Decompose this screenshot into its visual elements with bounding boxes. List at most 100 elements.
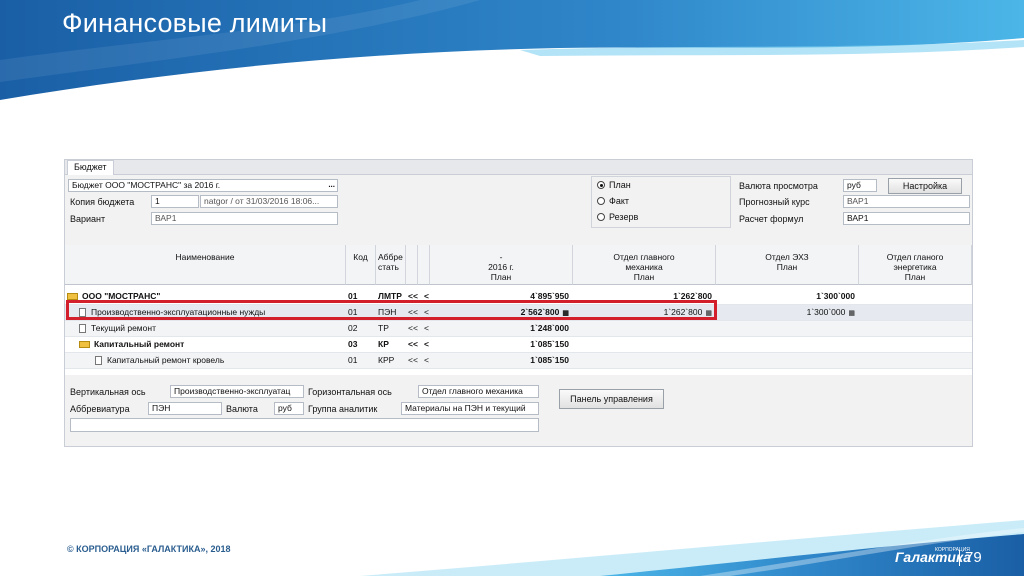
header-mech[interactable]: Отдел главного механика План: [573, 245, 716, 285]
calc-formula-label: Расчет формул: [739, 214, 804, 224]
row-ehz: [717, 353, 855, 368]
row-abbr: КР: [378, 339, 389, 349]
currency-view-label: Валюта просмотра: [739, 181, 818, 191]
row-total: 1`085`150: [530, 355, 569, 365]
row-arrow-single[interactable]: <: [424, 321, 430, 336]
row-energy: [860, 353, 968, 368]
header-code-text: Код: [353, 252, 368, 262]
control-panel-button[interactable]: Панель управления: [559, 389, 664, 409]
tab-budget[interactable]: Бюджет: [67, 160, 114, 175]
row-ehz-text: 1`300`000: [806, 307, 846, 317]
vaxis-field[interactable]: Производственно-эксплуатац: [170, 385, 304, 398]
slide-title: Финансовые лимиты: [62, 8, 328, 38]
row-ehz: [717, 321, 855, 336]
copyright-text: © КОРПОРАЦИЯ «ГАЛАКТИКА», 2018: [67, 544, 231, 554]
row-ehz[interactable]: 1`300`000 ▦: [717, 305, 855, 320]
variant-label: Вариант: [70, 214, 106, 224]
header-abbr[interactable]: Аббре стать: [376, 245, 406, 285]
row-energy: [860, 321, 968, 336]
row-name: Текущий ремонт: [79, 321, 345, 336]
header-total-line1: -: [499, 252, 503, 262]
ellipsis-icon[interactable]: ...: [328, 180, 335, 190]
row-arrow-double[interactable]: <<: [408, 353, 418, 368]
copy-info-value: natgor / от 31/03/2016 18:06...: [204, 196, 320, 206]
row-name-text: Капитальный ремонт кровель: [107, 355, 225, 365]
radio-plan-label: План: [609, 180, 631, 190]
group-field[interactable]: Материалы на ПЭН и текущий: [401, 402, 539, 415]
currency-label: Валюта: [226, 404, 258, 414]
logo-divider: [959, 550, 960, 566]
currency-view-field[interactable]: руб: [843, 179, 877, 192]
radio-plan[interactable]: [597, 181, 605, 189]
header-code[interactable]: Код: [346, 245, 376, 285]
slide-header: Финансовые лимиты: [0, 0, 1024, 100]
header-ehz-line1: Отдел ЭХЗ: [765, 252, 809, 262]
folder-open-icon[interactable]: [79, 341, 90, 349]
radio-reserve[interactable]: [597, 213, 605, 221]
budget-name-value: Бюджет ООО "МОСТРАНС" за 2016 г.: [72, 180, 221, 190]
page-number: 79: [965, 549, 982, 566]
copy-info-field[interactable]: natgor / от 31/03/2016 18:06...: [200, 195, 338, 208]
header-arrow-2: [418, 245, 430, 285]
header-energy-line2: энергетика: [893, 262, 937, 272]
row-mech: [574, 353, 712, 368]
vaxis-label: Вертикальная ось: [70, 387, 146, 397]
row-energy: [860, 289, 968, 304]
row-mech: [574, 321, 712, 336]
variant-field[interactable]: ВАР1: [151, 212, 338, 225]
tab-bar: Бюджет: [65, 160, 972, 175]
header-arrow-1: [406, 245, 418, 285]
settings-button[interactable]: Настройка: [888, 178, 962, 194]
forecast-rate-field[interactable]: ВАР1: [843, 195, 970, 208]
row-name-text: Капитальный ремонт: [94, 339, 185, 349]
radio-fact-label: Факт: [609, 196, 630, 206]
footer-wave-graphic: [360, 520, 1024, 576]
copy-value-field[interactable]: 1: [151, 195, 199, 208]
row-code: 03: [348, 339, 358, 349]
header-mech-line1: Отдел главного: [613, 252, 675, 262]
row-arrow-single[interactable]: <: [424, 353, 430, 368]
abbr-label: Аббревиатура: [70, 404, 130, 414]
abbr-field[interactable]: ПЭН: [148, 402, 222, 415]
haxis-field[interactable]: Отдел главного механика: [418, 385, 539, 398]
row-mech: [574, 337, 712, 352]
comment-field[interactable]: [70, 418, 539, 432]
group-label: Группа аналитик: [308, 404, 378, 414]
row-total: 1`248`000: [530, 323, 569, 333]
document-icon: [95, 356, 102, 366]
calc-formula-field[interactable]: ВАР1: [843, 212, 970, 225]
row-name-text: Текущий ремонт: [91, 323, 156, 333]
header-abbr-text: Аббре стать: [378, 252, 403, 272]
row-name: Капитальный ремонт: [79, 337, 345, 352]
calculator-icon[interactable]: ▦: [848, 306, 855, 320]
budget-name-field[interactable]: Бюджет ООО "МОСТРАНС" за 2016 г. ...: [68, 179, 338, 192]
row-arrow-double[interactable]: <<: [408, 337, 418, 352]
currency-field[interactable]: руб: [274, 402, 304, 415]
row-ehz: [717, 337, 855, 352]
header-total-line2: 2016 г.: [488, 262, 514, 272]
row-name: Капитальный ремонт кровель: [95, 353, 345, 368]
table-row[interactable]: Капитальный ремонт кровель 01 КРР << < 1…: [65, 353, 972, 369]
table-row[interactable]: Текущий ремонт 02 ТР << < 1`248`000: [65, 321, 972, 337]
header-mech-line2: механика: [625, 262, 663, 272]
forecast-rate-label: Прогнозный курс: [739, 197, 810, 207]
header-ehz-line2: План: [776, 262, 798, 272]
copy-label: Копия бюджета: [70, 197, 135, 207]
header-name-text: Наименование: [175, 252, 235, 262]
row-code: 02: [348, 323, 358, 333]
highlight-frame: [66, 300, 717, 320]
header-name[interactable]: Наименование: [65, 245, 346, 285]
header-mech-line3: План: [633, 272, 655, 282]
header-ehz[interactable]: Отдел ЭХЗ План: [716, 245, 859, 285]
row-energy: [860, 337, 968, 352]
table-row[interactable]: Капитальный ремонт 03 КР << < 1`085`150: [65, 337, 972, 353]
header-total[interactable]: - 2016 г. План: [430, 245, 573, 285]
row-arrow-single[interactable]: <: [424, 337, 430, 352]
radio-fact[interactable]: [597, 197, 605, 205]
row-code: 01: [348, 355, 358, 365]
row-ehz: 1`300`000: [816, 291, 855, 301]
row-arrow-double[interactable]: <<: [408, 321, 418, 336]
row-energy: [860, 305, 968, 320]
header-energy[interactable]: Отдел гланого энергетика План: [859, 245, 972, 285]
header-energy-line3: План: [904, 272, 926, 282]
